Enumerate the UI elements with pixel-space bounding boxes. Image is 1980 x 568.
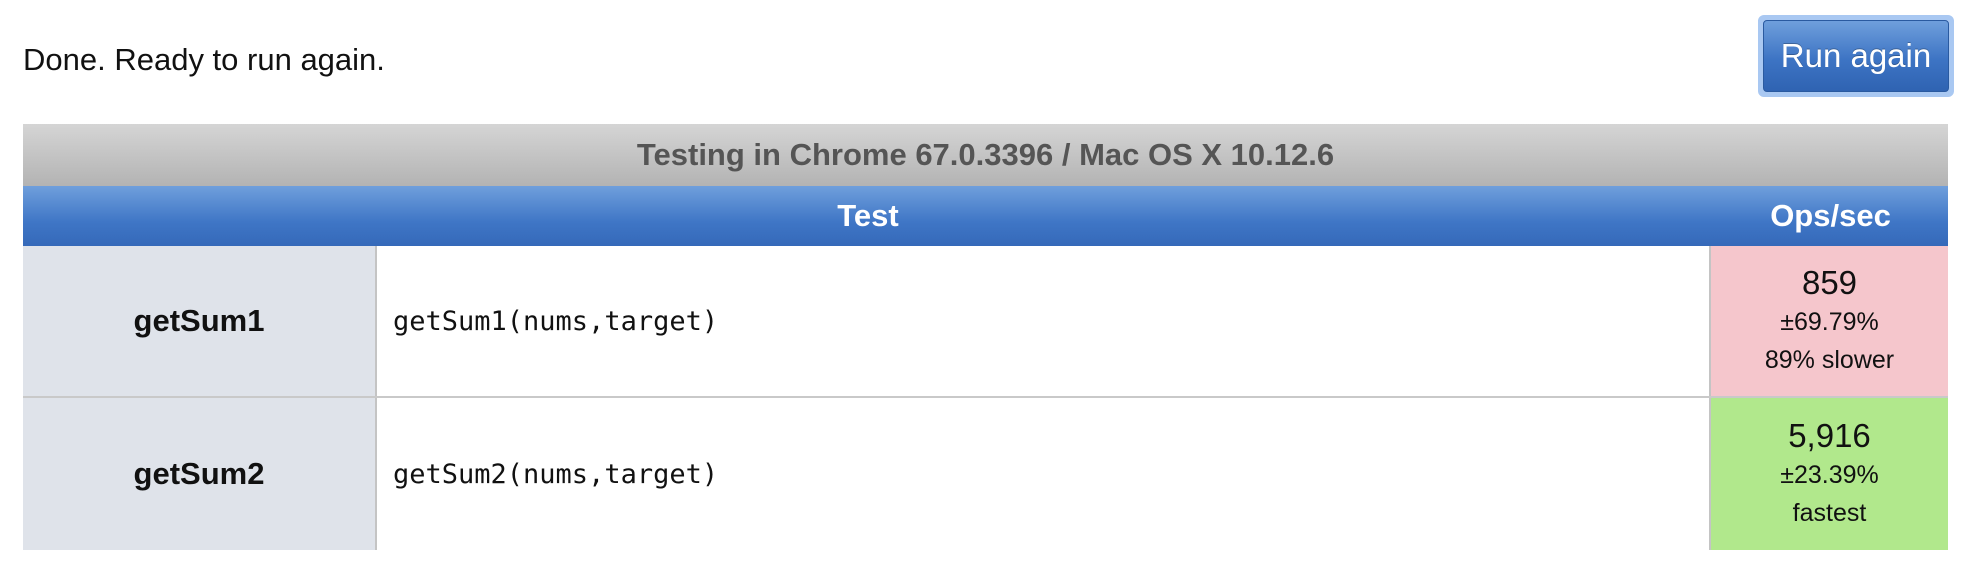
- ops-rank: 89% slower: [1764, 346, 1895, 374]
- results-header: Test Ops/sec: [23, 186, 1948, 246]
- results-table: Testing in Chrome 67.0.3396 / Mac OS X 1…: [23, 124, 1948, 550]
- ops-value: 5,916: [1788, 417, 1871, 454]
- results-caption: Testing in Chrome 67.0.3396 / Mac OS X 1…: [23, 124, 1948, 186]
- header-test: Test: [837, 198, 899, 233]
- status-message: Done. Ready to run again.: [23, 42, 385, 77]
- table-row: getSum2 getSum2(nums,target) 5,916 ±23.3…: [23, 398, 1948, 550]
- test-code: getSum2(nums,target): [377, 398, 1711, 550]
- ops-rank: fastest: [1792, 499, 1867, 527]
- test-name: getSum1: [23, 246, 377, 396]
- ops-result: 5,916 ±23.39% fastest: [1711, 398, 1948, 550]
- run-again-button[interactable]: Run again: [1758, 15, 1954, 97]
- test-name: getSum2: [23, 398, 377, 550]
- table-row: getSum1 getSum1(nums,target) 859 ±69.79%…: [23, 246, 1948, 398]
- ops-result: 859 ±69.79% 89% slower: [1711, 246, 1948, 396]
- header-ops-sec: Ops/sec: [1770, 198, 1891, 233]
- test-code: getSum1(nums,target): [377, 246, 1711, 396]
- run-again-button-label: Run again: [1763, 20, 1949, 92]
- ops-margin: ±23.39%: [1780, 461, 1879, 489]
- ops-value: 859: [1801, 264, 1858, 301]
- ops-margin: ±69.79%: [1780, 308, 1879, 336]
